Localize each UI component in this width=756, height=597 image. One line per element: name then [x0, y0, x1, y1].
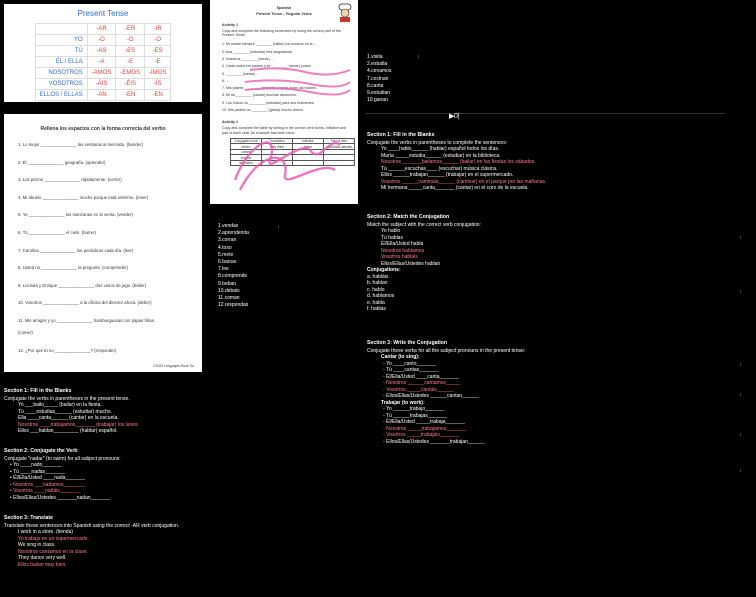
option-line: f. hablas: [367, 306, 386, 312]
table-cell: -E: [144, 56, 172, 68]
list-item: 2.aprendenda: [218, 230, 249, 237]
collapse-caret-icon[interactable]: ⁝: [740, 432, 741, 437]
right-section-3: Section 3: Write the Conjugation Conjuga…: [367, 340, 697, 445]
worksheet-line: 10. Vosotros _______________ a la oficin…: [18, 300, 152, 306]
left-section-1: Section 1: Fill in the Blanks Conjugate …: [4, 388, 204, 435]
worksheet-image: Rellena los espacios con la forma correc…: [4, 114, 202, 372]
list-item: 10.ganan: [367, 97, 388, 104]
divider: [365, 113, 725, 114]
section-heading: Section 2: Conjugate the Verb: [4, 448, 78, 454]
chef-icon: [338, 3, 352, 22]
right-section-2: Section 2: Match the Conjugation Match t…: [367, 214, 697, 313]
right-section-1: Section 1: Fill in the Blanks Conjugate …: [367, 132, 697, 192]
worksheet-line: 2. Él _______________ geografía. (aprend…: [18, 159, 106, 165]
section-heading: Section 2: Match the Conjugation: [367, 214, 450, 220]
answer-line: Ellos/Ellas/Ustedes _______trabajan_____…: [367, 439, 697, 446]
left-section-2: Section 2: Conjugate the Verb Conjugate …: [4, 448, 204, 501]
answer-line: Ellos/Ellas/Ustedes _______nadan_______: [4, 495, 204, 502]
list-item: 7.cocinan: [367, 75, 389, 82]
table-cell: -ÍS: [144, 78, 172, 90]
list-item: 11.coman: [218, 295, 240, 302]
table-cell: -AS: [86, 45, 117, 57]
table-cell: -AN: [86, 89, 117, 101]
worksheet-line: 9. Lucinda y Enrique _______________ dos…: [18, 282, 147, 288]
list-item: 7.lee: [218, 266, 229, 273]
table-cell: -O: [115, 34, 146, 46]
list-item: 6.barras: [218, 259, 237, 266]
worksheet-line: 4. Mi abuelo _______________ mucho porqu…: [18, 194, 149, 200]
table-cell: ELLOS / ELLAS: [34, 89, 88, 101]
table-header: -AR: [86, 23, 117, 35]
table-cell: -EN: [115, 89, 146, 101]
worksheet-line: 8. Usted no _______________ la pregunta.…: [18, 265, 128, 271]
regular-verbs-sheet: Spanish Present Tense – Regular Verbs Act…: [210, 0, 358, 204]
answer-line: Ellos ___hablan_________ (hablar) españo…: [18, 428, 118, 434]
table-cell: -ES: [115, 45, 146, 57]
table-cell: TÚ: [34, 45, 88, 57]
table-cell: VOSOTROS: [34, 78, 88, 90]
worksheet-footer: ©2022 Lenguajes Rock Tor: [153, 364, 194, 368]
list-item: 3.corran: [218, 237, 237, 244]
list-item: 4.toso: [218, 244, 232, 251]
table-cell: -ÉIS: [115, 78, 146, 90]
section-heading: Section 3: Write the Conjugation: [367, 340, 448, 346]
worksheet-line: 11. Mis amigos y yo _______________ hamb…: [18, 317, 156, 323]
worksheet-line: (comer): [18, 329, 33, 335]
table-cell: -O: [86, 34, 117, 46]
list-item: 1.visita: [367, 54, 383, 60]
collapse-caret-icon[interactable]: ⁝: [740, 362, 741, 367]
list-item: 8.canta: [367, 82, 384, 89]
list-item: 12.respondas: [218, 302, 249, 309]
section-heading: Section 1: Fill in the Blanks: [4, 388, 72, 394]
list-item: 5.mete: [218, 251, 234, 258]
collapse-caret-icon[interactable]: ⁝: [740, 468, 741, 473]
worksheet-line: 7. Carolina _______________ los periódic…: [18, 247, 134, 253]
section-heading: Section 3: Translate: [4, 515, 54, 521]
collapse-caret-icon[interactable]: ⁝: [418, 54, 419, 59]
present-tense-chart: Present Tense -AR -ER -IR YO -O -O -O TÚ -AS…: [4, 4, 202, 102]
table-cell: -AMOS: [86, 67, 117, 79]
answer-line: Mi hermana _____canta_______ (cantar) en…: [381, 185, 529, 191]
list-item: 4.cenamos: [367, 68, 392, 75]
worksheet-title: Rellena los espacios con la forma correc…: [40, 126, 166, 132]
collapse-caret-icon[interactable]: ⁝: [278, 224, 279, 229]
chart-title: Present Tense: [77, 9, 129, 18]
collapse-caret-icon[interactable]: ⁝: [740, 289, 741, 294]
table-cell: -ÁIS: [86, 78, 117, 90]
collapse-caret-icon[interactable]: ⁝: [740, 392, 741, 397]
table-cell: -EMOS: [115, 67, 146, 79]
answers-list-1: 1.visita 2.estudia 4.cenamos 7.cocinan 8…: [367, 54, 391, 104]
list-item: 9.estudian: [367, 90, 391, 97]
list-item: 8.comprende: [218, 273, 248, 280]
answer-line: Ellos bailan muy bien.: [18, 561, 67, 568]
table-cell: -EN: [144, 89, 172, 101]
list-item: 10.debais: [218, 287, 240, 294]
scribble-overlay: [233, 67, 351, 191]
table-cell: ÉL / ELLA: [34, 56, 88, 68]
list-item: 1.vendas: [218, 223, 239, 229]
worksheet-line: 1. Lo mejor _______________ las ventanas…: [18, 142, 143, 147]
worksheet-line: 3. Los perros _______________ rápidament…: [18, 177, 122, 183]
worksheet-line: 12. ¿Por qué tú no _______________? (res…: [18, 347, 117, 353]
section-heading: Section 1: Fill in the Blanks: [367, 132, 435, 138]
table-cell: YO: [34, 34, 88, 46]
table-cell: -ES: [144, 45, 172, 57]
list-item: 9.beban: [218, 280, 237, 287]
conjugation-table: -AR -ER -IR YO -O -O -O TÚ -AS -ES -ES ÉL / EL…: [34, 23, 172, 101]
collapse-caret-icon[interactable]: ⁝: [740, 235, 741, 240]
left-section-3: Section 3: Translate Translate these sen…: [4, 515, 214, 568]
cursor-text: 0|: [454, 113, 460, 120]
list-item: 2.estudia: [367, 61, 388, 68]
table-header: -IR: [144, 23, 172, 35]
worksheet-line: 5. Yo _______________ los manzanas en la…: [18, 212, 133, 218]
table-cell: -O: [144, 34, 172, 46]
table-cell: -A: [86, 56, 117, 68]
table-header: -ER: [115, 23, 146, 35]
table-cell: -E: [115, 56, 146, 68]
table-cell: -IMOS: [144, 67, 172, 79]
table-header: [34, 23, 88, 35]
table-cell: NOSOTROS: [34, 67, 88, 79]
worksheet-line: 6. Tú _______________ el cielo. (barrer): [18, 229, 97, 235]
answers-list-2: 1.vendas 2.aprendenda 3.corran 4.toso 5.…: [218, 223, 249, 309]
